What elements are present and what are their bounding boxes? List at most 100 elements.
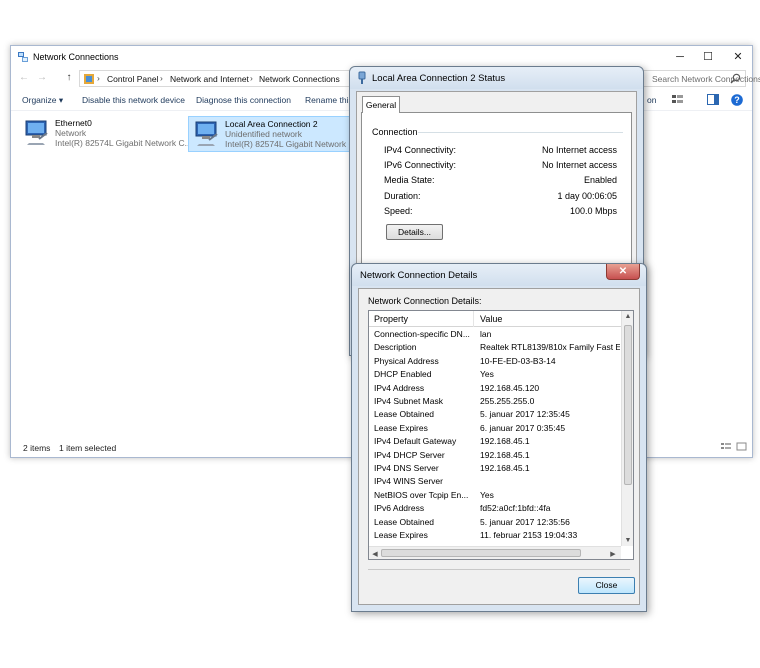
row-value: Yes [480, 489, 494, 500]
back-arrow-icon[interactable]: ← [17, 71, 31, 85]
row-value: 11. februar 2153 19:04:33 [480, 530, 578, 540]
row-value: lan [480, 329, 492, 339]
row-property: Physical Address [374, 355, 439, 366]
table-row[interactable]: Lease Obtained 5. januar 2017 12:35:56 [369, 516, 621, 529]
disable-device-button[interactable]: Disable this network device [82, 95, 185, 105]
up-arrow-icon[interactable]: ↑ [62, 71, 76, 85]
table-row[interactable]: IPv4 Default Gateway 192.168.45.1 [369, 435, 621, 448]
table-row[interactable]: DHCP Enabled Yes [369, 368, 621, 381]
connection-group-label: Connection [372, 127, 418, 137]
scroll-left-icon[interactable]: ◀ [369, 550, 381, 558]
column-header-value[interactable]: Value [480, 314, 502, 324]
control-panel-icon [84, 74, 94, 84]
table-row[interactable]: IPv6 Address fd52:a0cf:1bfd::4fa [369, 502, 621, 515]
vertical-scroll-thumb[interactable] [624, 325, 632, 485]
table-row[interactable]: IPv4 DNS Server 192.168.45.1 [369, 462, 621, 475]
scroll-down-icon[interactable]: ▼ [622, 537, 633, 544]
breadcrumb-separator: › [250, 73, 253, 83]
scroll-right-icon[interactable]: ▶ [607, 550, 619, 558]
speed-label: Speed: [384, 206, 413, 216]
selection-count: 1 item selected [59, 443, 117, 453]
network-adapter-icon [195, 121, 218, 146]
connection-status: Unidentified network [225, 129, 303, 139]
footer-divider [368, 569, 630, 570]
row-property: IPv4 Subnet Mask [374, 396, 443, 406]
row-value: fd52:a0cf:1bfd::4fa [480, 503, 551, 514]
forward-arrow-icon[interactable]: → [35, 71, 49, 85]
row-property: IPv4 WINS Server [374, 476, 443, 487]
connection-item-local-area-2[interactable]: Local Area Connection 2 Unidentified net… [188, 116, 362, 152]
breadcrumb-network-connections[interactable]: Network Connections [259, 74, 340, 84]
scroll-up-icon[interactable]: ▲ [622, 313, 633, 320]
connection-details-dialog: Network Connection Details ✕ Network Con… [351, 263, 647, 612]
table-row[interactable]: NetBIOS over Tcpip En... Yes [369, 489, 621, 502]
network-adapter-icon [25, 120, 48, 145]
row-value: 255.255.255.0 [480, 396, 535, 406]
close-button[interactable]: Close [578, 577, 635, 594]
duration-value: 1 day 00:06:05 [557, 191, 617, 201]
diagnose-connection-button[interactable]: Diagnose this connection [196, 95, 291, 105]
details-dialog-body: Network Connection Details: Property Val… [358, 288, 640, 605]
ipv6-connectivity-value: No Internet access [541, 160, 617, 170]
horizontal-scrollbar[interactable]: ◀ ▶ [369, 546, 621, 559]
preview-pane-icon[interactable] [707, 94, 719, 105]
maximize-button[interactable]: ☐ [693, 48, 723, 66]
table-row[interactable]: IPv4 Address 192.168.45.120 [369, 382, 621, 395]
table-row[interactable]: IPv4 DHCP Server 192.168.45.1 [369, 449, 621, 462]
row-value: 6. januar 2017 0:35:45 [480, 422, 566, 433]
connection-item-ethernet0[interactable]: Ethernet0 Network Intel(R) 82574L Gigabi… [19, 116, 192, 152]
table-row[interactable]: Physical Address 10-FE-ED-03-B3-14 [369, 355, 621, 368]
vertical-scrollbar[interactable]: ▲ ▼ [621, 311, 633, 546]
column-divider[interactable] [473, 311, 474, 327]
svg-text:?: ? [734, 95, 740, 105]
row-value: Realtek RTL8139/810x Family Fast E [480, 342, 620, 353]
duration-label: Duration: [384, 191, 421, 201]
help-icon[interactable]: ? [731, 94, 743, 106]
details-button[interactable]: Details... [386, 224, 443, 240]
breadcrumb-separator: › [97, 73, 100, 83]
row-property: Description [374, 342, 417, 353]
minimize-button[interactable]: ─ [665, 48, 695, 66]
connection-name: Local Area Connection 2 [225, 119, 318, 129]
status-dialog-titlebar[interactable]: Local Area Connection 2 Status [350, 67, 643, 89]
column-header-property[interactable]: Property [374, 314, 408, 324]
table-row[interactable]: Lease Expires 6. januar 2017 0:35:45 [369, 422, 621, 435]
explorer-titlebar[interactable]: Network Connections ─ ☐ ✕ [11, 46, 752, 68]
row-property: IPv4 Default Gateway [374, 436, 457, 447]
table-row[interactable]: Connection-specific DN... lan [369, 328, 621, 341]
group-divider [418, 132, 623, 133]
tab-general[interactable]: General [362, 96, 400, 113]
table-row[interactable]: Lease Expires 11. februar 2153 19:04:33 [369, 529, 621, 542]
change-view-icon[interactable] [671, 94, 685, 106]
row-value: 192.168.45.1 [480, 463, 530, 473]
view-status-button[interactable]: on [647, 95, 656, 105]
horizontal-scroll-thumb[interactable] [381, 549, 581, 557]
close-button[interactable]: ✕ [723, 48, 753, 66]
details-dialog-titlebar[interactable]: Network Connection Details ✕ [352, 264, 646, 286]
row-value: 192.168.45.1 [480, 449, 530, 460]
organize-menu[interactable]: Organize ▾ [22, 95, 63, 106]
listview-header: Property Value [369, 311, 621, 327]
connection-name: Ethernet0 [55, 118, 92, 128]
table-row[interactable]: Lease Obtained 5. januar 2017 12:35:45 [369, 408, 621, 421]
breadcrumb-network-internet[interactable]: Network and Internet [170, 74, 249, 84]
details-view-icon[interactable] [720, 442, 748, 452]
row-property: Lease Obtained [374, 516, 435, 527]
network-folder-icon [18, 52, 28, 62]
close-icon[interactable]: ✕ [606, 264, 640, 280]
status-dialog-title: Local Area Connection 2 Status [372, 73, 506, 84]
row-property: IPv4 DHCP Server [374, 449, 445, 460]
table-row[interactable]: IPv4 WINS Server [369, 475, 621, 488]
row-value: 10-FE-ED-03-B3-14 [480, 355, 556, 366]
media-state-label: Media State: [384, 175, 435, 185]
ipv4-connectivity-label: IPv4 Connectivity: [384, 145, 457, 155]
search-input[interactable]: Search Network Connections [631, 70, 760, 87]
connection-adapter: Intel(R) 82574L Gigabit Network C... [225, 139, 362, 149]
table-row[interactable]: IPv4 Subnet Mask 255.255.255.0 [369, 395, 621, 408]
details-listview[interactable]: Property Value Connection-specific DN...… [368, 310, 634, 560]
row-property: IPv4 Address [374, 382, 425, 393]
breadcrumb-control-panel[interactable]: Control Panel [107, 74, 159, 84]
media-state-value: Enabled [583, 175, 617, 185]
table-row[interactable]: Description Realtek RTL8139/810x Family F… [369, 341, 621, 354]
connection-adapter: Intel(R) 82574L Gigabit Network C... [55, 138, 192, 148]
